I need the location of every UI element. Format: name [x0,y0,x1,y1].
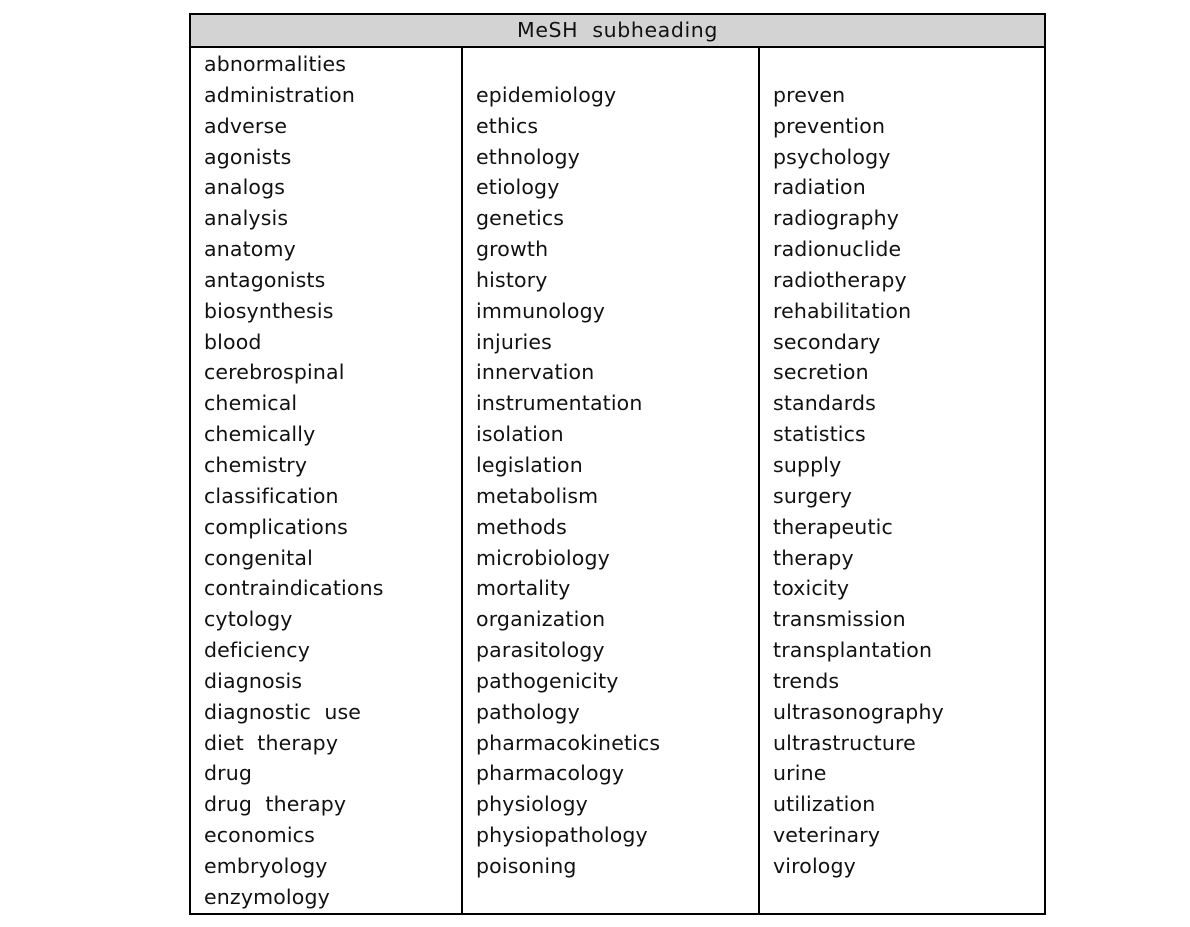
subheading-term: radiography [773,206,900,231]
subheading-term: preven [773,82,846,107]
subheading-term: virology [773,853,856,878]
subheading-term: supply [773,452,842,477]
subheading-term: analogs [204,175,286,200]
subheading-term: utilization [773,792,876,817]
subheading-term: veterinary [773,823,881,848]
subheading-term: prevention [773,113,886,138]
subheading-term: epidemiology [476,82,617,107]
subheading-term: blood [204,329,262,354]
subheading-term: etiology [476,175,560,200]
subheading-term: biosynthesis [204,298,334,323]
subheading-term: therapy [773,545,854,570]
subheading-term: chemically [204,422,316,447]
subheading-term: instrumentation [476,391,643,416]
subheading-term: toxicity [773,576,850,601]
subheading-term: radiation [773,175,866,200]
subheading-term: history [476,267,548,292]
subheading-term: mortality [476,576,571,601]
subheading-term: pharmacology [476,761,625,786]
column-1-items: abnormalities administration adverse agonis… [191,48,461,913]
subheading-term: cytology [204,607,293,632]
subheading-term: contraindications [204,576,384,601]
subheading-term: parasitology [476,638,605,663]
page-root: MeSH subheading abnormalities administrat… [0,0,1190,927]
subheading-term: pharmacokinetics [476,730,661,755]
blank-row [476,49,758,80]
subheading-term: abnormalities [204,52,347,76]
subheading-term: metabolism [476,483,599,508]
subheading-term: ultrastructure [773,730,916,755]
subheading-term: transplantation [773,638,933,663]
subheading-term: methods [476,514,567,539]
subheading-term: drug [204,761,253,786]
subheading-term: administration [204,82,356,107]
subheading-term: secretion [773,360,869,385]
subheading-term: urine [773,761,827,786]
subheading-term: physiopathology [476,823,648,848]
subheading-term: diagnostic use [204,699,362,724]
subheading-term: economics [204,823,315,848]
subheading-term: innervation [476,360,595,385]
subheading-term: rehabilitation [773,298,912,323]
subheading-term: growth [476,237,549,262]
subheading-term: radionuclide [773,237,902,262]
table-column-3: preven prevention psychology radiation radio… [758,48,1042,913]
subheading-term: diagnosis [204,668,303,693]
table-body: abnormalities administration adverse agonis… [191,48,1044,913]
subheading-term: drug therapy [204,792,347,817]
table-column-2: epidemiology ethics ethnology etiology genet… [461,48,758,913]
column-2-items: epidemiology ethics ethnology etiology genet… [463,48,758,882]
subheading-term: microbiology [476,545,610,570]
subheading-term: congenital [204,545,313,570]
subheading-term: radiotherapy [773,267,907,292]
subheading-term: immunology [476,298,606,323]
subheading-term: trends [773,668,840,693]
subheading-term: statistics [773,422,866,447]
subheading-term: psychology [773,144,891,169]
subheading-term: diet therapy [204,730,339,755]
subheading-term: surgery [773,483,852,508]
subheading-term: chemical [204,391,298,416]
subheading-term: agonists [204,144,292,169]
table-column-1: abnormalities administration adverse agonis… [191,48,461,913]
subheading-term: anatomy [204,237,296,262]
subheading-term: ethics [476,113,539,138]
subheading-term: genetics [476,206,565,231]
subheading-term: organization [476,607,606,632]
subheading-term: chemistry [204,452,308,477]
table-header-title: MeSH subheading [517,18,718,43]
subheading-term: pathogenicity [476,668,619,693]
subheading-term: injuries [476,329,552,354]
subheading-term: analysis [204,206,289,231]
subheading-term: embryology [204,853,328,878]
subheading-term: transmission [773,607,906,632]
subheading-term: secondary [773,329,881,354]
blank-row [773,49,1042,80]
subheading-term: standards [773,391,876,416]
table-header-row: MeSH subheading [191,15,1044,48]
subheading-term: ethnology [476,144,580,169]
subheading-term: classification [204,483,339,508]
subheading-term: deficiency [204,638,311,663]
subheading-term: enzymology [204,884,330,909]
subheading-term: pathology [476,699,580,724]
subheading-term: cerebrospinal [204,360,345,385]
subheading-term: legislation [476,452,583,477]
subheading-term: ultrasonography [773,699,944,724]
column-3-items: preven prevention psychology radiation radio… [760,48,1042,882]
subheading-term: therapeutic [773,514,893,539]
subheading-term: physiology [476,792,588,817]
mesh-subheading-table: MeSH subheading abnormalities administrat… [189,13,1046,915]
subheading-term: adverse [204,113,288,138]
subheading-term: complications [204,514,348,539]
subheading-term: antagonists [204,267,326,292]
subheading-term: isolation [476,422,564,447]
subheading-term: poisoning [476,853,577,878]
